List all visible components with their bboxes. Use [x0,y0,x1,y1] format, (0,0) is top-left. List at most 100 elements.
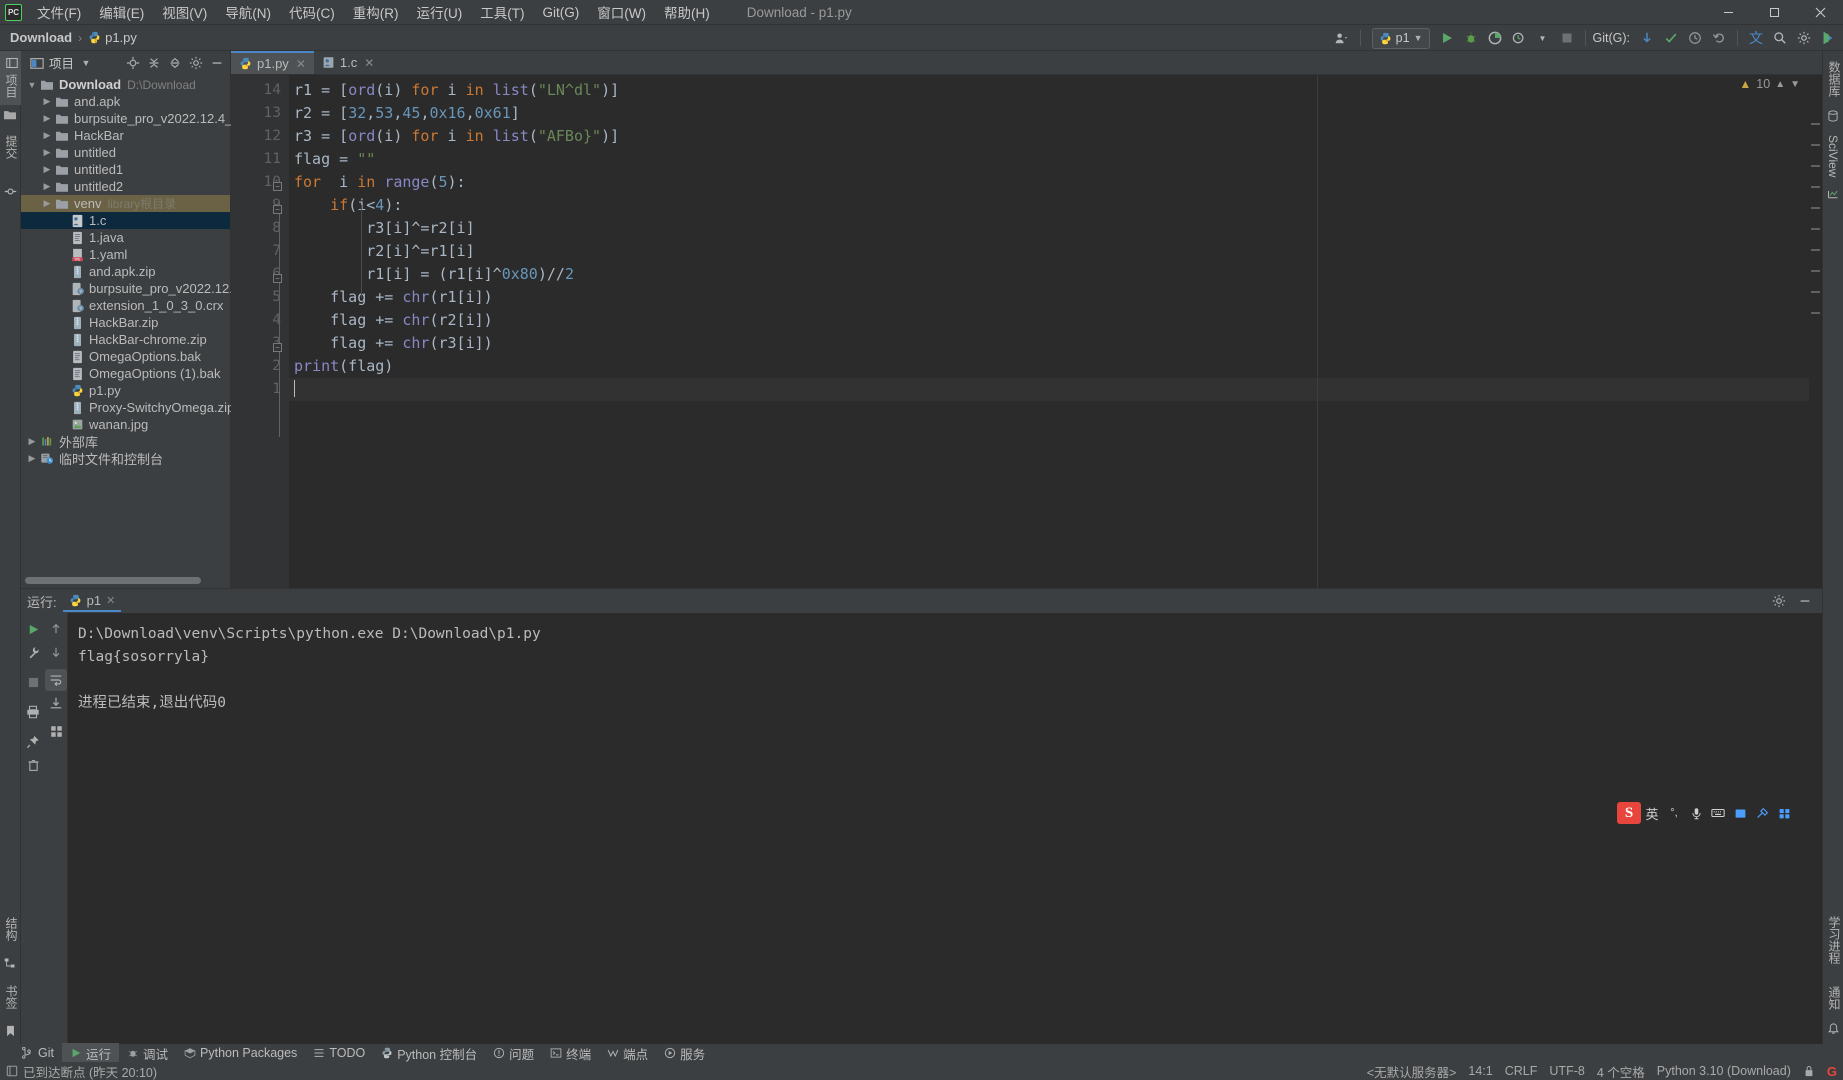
status-interpreter[interactable]: Python 3.10 (Download) [1657,1064,1791,1078]
console-output[interactable]: D:\Download\venv\Scripts\python.exe D:\D… [68,613,1822,1044]
chevron-right-icon[interactable]: ▶ [40,198,54,209]
tree-node-proxyzip[interactable]: Proxy-SwitchyOmega.zip [21,399,234,416]
chevron-right-icon[interactable]: ▶ [40,130,54,141]
trash-icon[interactable] [22,754,44,776]
minimize-button[interactable] [1705,0,1751,25]
code-line[interactable]: r2 = [32,53,45,0x16,0x61] [289,102,1822,125]
gear-icon[interactable] [1768,590,1790,612]
bottom-tool-git[interactable]: Git [14,1045,62,1061]
code-line[interactable]: flag += chr(r2[i]) [289,309,1822,332]
status-indent[interactable]: 4 个空格 [1597,1062,1645,1080]
debug-button[interactable] [1460,27,1482,49]
chevron-right-icon[interactable]: ▶ [40,164,54,175]
bottom-tool-services[interactable]: 服务 [656,1043,713,1064]
menu-edit[interactable]: 编辑(E) [90,0,153,25]
hide-panel-icon[interactable] [1794,590,1816,612]
collapse-all-icon[interactable] [165,53,185,73]
bottom-tool-python-packages[interactable]: Python Packages [176,1045,305,1061]
strip-tab-structure[interactable]: 结构 [0,904,23,954]
inspection-widget[interactable]: ▲ 10 ▲ ▼ [1739,77,1800,91]
bottom-tool-terminal[interactable]: 终端 [542,1043,599,1064]
scroll-down-icon[interactable] [45,641,67,663]
code-line[interactable] [289,378,1822,401]
status-encoding[interactable]: UTF-8 [1549,1064,1584,1078]
editor-scrollbar[interactable] [1809,99,1822,588]
microphone-icon[interactable] [1685,802,1707,824]
chevron-right-icon[interactable]: ▶ [25,436,39,447]
menu-run[interactable]: 运行(U) [408,0,472,25]
search-icon[interactable] [1769,27,1791,49]
tree-node-scratches[interactable]: ▶ 临时文件和控制台 [21,450,230,467]
user-account-icon[interactable] [1331,27,1353,49]
menu-navigate[interactable]: 导航(N) [216,0,280,25]
menu-view[interactable]: 视图(V) [153,0,216,25]
code-line[interactable]: print(flag) [289,355,1822,378]
strip-tab-database[interactable]: 数据库 [1823,51,1843,107]
chevron-down-icon[interactable]: ▼ [1790,79,1800,90]
tree-node-p1py[interactable]: p1.py [21,382,230,399]
line-number[interactable]: 12 [231,125,289,148]
strip-folder-icon[interactable] [0,105,20,125]
line-number[interactable]: 5 [231,286,289,309]
ime-box-icon[interactable] [1729,802,1751,824]
tree-node-burpzip[interactable]: ? burpsuite_pro_v2022.12.4_www.d [21,280,286,297]
chevron-right-icon[interactable]: ▶ [25,453,39,464]
chevron-right-icon[interactable]: ▶ [40,181,54,192]
keyboard-icon[interactable] [1707,802,1729,824]
line-number[interactable]: 2 [231,355,289,378]
bottom-tool-debug[interactable]: 调试 [119,1043,176,1064]
gear-icon[interactable] [1793,27,1815,49]
tree-node-download[interactable]: ▼ Download D:\Download [21,76,230,93]
tree-node-untitled[interactable]: ▶ untitled [21,144,230,161]
google-icon[interactable]: G [1827,1064,1837,1079]
scroll-to-end-icon[interactable] [45,692,67,714]
bottom-tool-python-console[interactable]: Python 控制台 [373,1043,485,1064]
ime-punctuation-icon[interactable]: °, [1663,802,1685,824]
menu-refactor[interactable]: 重构(R) [344,0,408,25]
fold-marker-if[interactable]: − [273,205,282,214]
tree-node-andapkzip[interactable]: and.apk.zip [21,263,230,280]
status-line-separator[interactable]: CRLF [1505,1064,1538,1078]
code-line[interactable]: r3 = [ord(i) for i in list("AFBo}")] [289,125,1822,148]
pin-icon[interactable] [22,731,44,753]
maximize-button[interactable] [1751,0,1797,25]
translate-icon[interactable]: 文 [1745,27,1767,49]
tree-node-crx[interactable]: ? extension_1_0_3_0.crx [21,297,230,314]
tree-node-1yaml[interactable]: YML 1.yaml [21,246,230,263]
lock-icon[interactable] [1803,1065,1815,1077]
editor-tab-1c[interactable]: 1.c ✕ [314,51,382,74]
rerun-button[interactable] [22,618,44,640]
scrollbar-thumb[interactable] [25,577,201,584]
gear-icon[interactable] [186,53,206,73]
strip-tab-notifications[interactable]: 通知 [1823,976,1843,1020]
code-line[interactable]: r3[i]^=r2[i] [289,217,1822,240]
fold-marker-for[interactable]: − [273,182,282,191]
code-line[interactable]: r1[i] = (r1[i]^0x80)//2 [289,263,1822,286]
chevron-up-icon[interactable]: ▲ [1775,79,1785,90]
code-line[interactable]: for i in range(5): [289,171,1822,194]
tree-node-omegabak[interactable]: OmegaOptions.bak [21,348,230,365]
code-content[interactable]: r1 = [ord(i) for i in list("LN^dl")] r2 =… [289,75,1822,588]
soft-wrap-icon[interactable] [45,669,67,691]
bottom-tool-todo[interactable]: TODO [305,1045,373,1061]
tree-node-omegabak1[interactable]: OmegaOptions (1).bak [21,365,230,382]
settings-wrench-icon[interactable] [22,641,44,663]
tree-node-burpsuite[interactable]: ▶ burpsuite_pro_v2022.12.4_www.d [21,110,271,127]
status-message[interactable]: 已到达断点 (昨天 20:10) [23,1062,157,1080]
tree-node-hackbar[interactable]: ▶ HackBar [21,127,230,144]
chevron-down-icon[interactable]: ▼ [1532,27,1554,49]
chevron-right-icon[interactable]: ▶ [40,96,54,107]
strip-tab-bookmarks[interactable]: 书签 [0,972,23,1022]
menu-tools[interactable]: 工具(T) [471,0,533,25]
code-line[interactable]: flag += chr(r1[i]) [289,286,1822,309]
line-number[interactable]: 7 [231,240,289,263]
ime-menu-icon[interactable] [1773,802,1795,824]
line-number[interactable]: 8 [231,217,289,240]
breadcrumb-project[interactable]: Download [10,30,72,45]
fold-marker-end-if[interactable]: − [273,274,282,283]
git-commit-icon[interactable] [1660,27,1682,49]
line-number-gutter[interactable]: 1413121110987654321 − − − − [231,75,289,588]
tree-node-external-libs[interactable]: ▶ 外部库 [21,433,230,450]
code-editor[interactable]: 1413121110987654321 − − − − r1 = [ord(i)… [231,75,1822,588]
ime-toolbar[interactable]: S 英 °, [1615,800,1797,826]
